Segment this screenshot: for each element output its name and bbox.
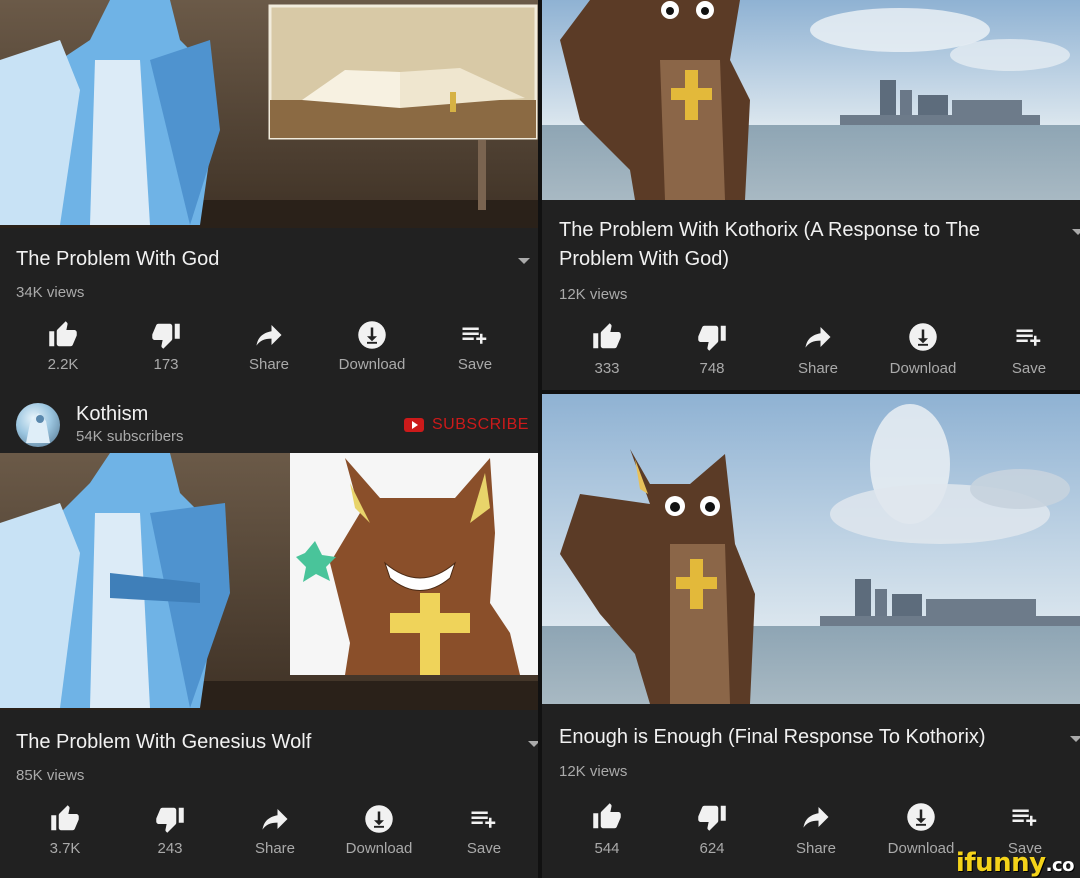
dislike-button[interactable]: 748 <box>662 322 762 382</box>
watermark-text: ifunny <box>955 848 1046 878</box>
thumb-down-icon <box>697 802 727 832</box>
youtube-logo-icon <box>404 418 424 432</box>
like-button[interactable]: 3.7K <box>15 804 115 864</box>
action-bar: 333 748 Share Download Save <box>540 322 1080 382</box>
save-label: Save <box>466 840 502 857</box>
download-label: Download <box>338 356 406 373</box>
dislike-count: 243 <box>157 840 183 857</box>
download-button[interactable]: Download <box>329 804 429 864</box>
share-arrow-icon <box>801 802 831 832</box>
thumbnail-image <box>0 453 540 710</box>
download-circle-icon <box>906 802 936 832</box>
video-panel-problem-with-god: The Problem With God 34K views 2.2K 173 … <box>0 0 540 395</box>
share-arrow-icon <box>803 322 833 352</box>
panel-divider-horizontal <box>540 390 1080 394</box>
dislike-button[interactable]: 243 <box>120 804 220 864</box>
thumb-up-icon <box>50 804 80 834</box>
share-button[interactable]: Share <box>225 804 325 864</box>
playlist-add-icon <box>1010 802 1040 832</box>
thumbnail-image <box>540 0 1080 200</box>
thumbnail-image <box>540 394 1080 704</box>
thumb-up-icon <box>48 320 78 350</box>
dislike-count: 624 <box>699 840 725 857</box>
video-thumbnail[interactable] <box>0 0 540 228</box>
like-count: 2.2K <box>47 356 79 373</box>
channel-name[interactable]: Kothism <box>76 403 148 426</box>
save-label: Save <box>457 356 493 373</box>
view-count: 85K views <box>16 767 85 784</box>
thumb-down-icon <box>697 322 727 352</box>
subscriber-count: 54K subscribers <box>76 428 184 445</box>
like-count: 3.7K <box>49 840 81 857</box>
download-label: Download <box>345 840 413 857</box>
download-circle-icon <box>908 322 938 352</box>
save-button[interactable]: Save <box>434 804 534 864</box>
channel-avatar[interactable] <box>16 403 60 447</box>
video-title-line-2: Problem With God) <box>559 248 730 270</box>
chevron-down-icon[interactable] <box>1070 736 1080 742</box>
video-panel-problem-with-kothorix: The Problem With Kothorix (A Response to… <box>540 0 1080 390</box>
thumb-up-icon <box>592 802 622 832</box>
playlist-add-icon <box>469 804 499 834</box>
save-button[interactable]: Save <box>979 322 1079 382</box>
dislike-count: 748 <box>699 360 725 377</box>
video-title: The Problem With Genesius Wolf <box>16 731 312 753</box>
share-arrow-icon <box>260 804 290 834</box>
ifunny-watermark: ifunny.co <box>955 848 1075 878</box>
share-button[interactable]: Share <box>766 802 866 862</box>
action-bar: 2.2K 173 Share Download Save <box>0 320 540 380</box>
video-thumbnail[interactable] <box>540 394 1080 704</box>
video-title: Enough is Enough (Final Response To Koth… <box>559 726 986 748</box>
share-label: Share <box>795 840 837 857</box>
panel-divider-vertical <box>538 0 542 878</box>
playlist-add-icon <box>460 320 490 350</box>
download-circle-icon <box>357 320 387 350</box>
like-count: 544 <box>594 840 620 857</box>
share-label: Share <box>254 840 296 857</box>
download-button[interactable]: Download <box>873 322 973 382</box>
playlist-add-icon <box>1014 322 1044 352</box>
dislike-button[interactable]: 624 <box>662 802 762 862</box>
avatar-image <box>26 413 50 443</box>
video-thumbnail[interactable] <box>540 0 1080 200</box>
dislike-count: 173 <box>153 356 179 373</box>
view-count: 12K views <box>559 286 628 303</box>
subscribe-button[interactable]: SUBSCRIBE <box>404 415 529 435</box>
like-button[interactable]: 333 <box>557 322 657 382</box>
download-button[interactable]: Download <box>322 320 422 380</box>
download-label: Download <box>889 360 957 377</box>
watermark-suffix: .co <box>1045 855 1075 876</box>
action-bar: 3.7K 243 Share Download Save <box>0 804 540 864</box>
share-label: Share <box>797 360 839 377</box>
subscribe-label: SUBSCRIBE <box>432 416 529 433</box>
share-arrow-icon <box>254 320 284 350</box>
save-label: Save <box>1011 360 1047 377</box>
chevron-down-icon[interactable] <box>1072 229 1080 235</box>
video-title-line-1: The Problem With Kothorix (A Response to… <box>559 219 980 241</box>
share-label: Share <box>248 356 290 373</box>
thumb-down-icon <box>155 804 185 834</box>
channel-bar: Kothism 54K subscribers SUBSCRIBE <box>0 395 540 453</box>
video-thumbnail[interactable] <box>0 453 540 710</box>
share-button[interactable]: Share <box>768 322 868 382</box>
save-button[interactable]: Save <box>425 320 525 380</box>
share-button[interactable]: Share <box>219 320 319 380</box>
download-circle-icon <box>364 804 394 834</box>
thumb-down-icon <box>151 320 181 350</box>
video-panel-enough-is-enough: Enough is Enough (Final Response To Koth… <box>540 394 1080 878</box>
like-count: 333 <box>594 360 620 377</box>
dislike-button[interactable]: 173 <box>116 320 216 380</box>
thumbnail-image <box>0 0 540 228</box>
video-title: The Problem With God <box>16 248 220 270</box>
view-count: 34K views <box>16 284 85 301</box>
chevron-down-icon[interactable] <box>518 258 530 264</box>
view-count: 12K views <box>559 763 628 780</box>
video-panel-problem-with-genesius-wolf: The Problem With Genesius Wolf 85K views… <box>0 453 540 878</box>
like-button[interactable]: 544 <box>557 802 657 862</box>
like-button[interactable]: 2.2K <box>13 320 113 380</box>
thumb-up-icon <box>592 322 622 352</box>
